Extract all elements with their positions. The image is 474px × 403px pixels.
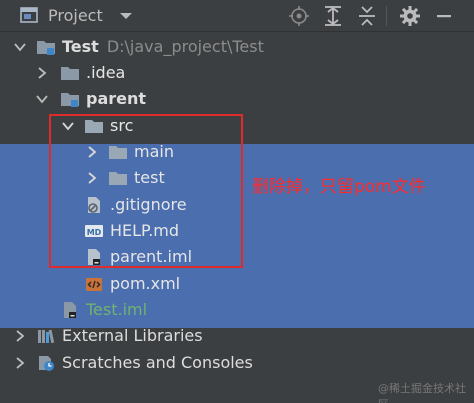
scratches-name: Scratches and Consoles [62, 353, 253, 372]
watermark: @稀土掘金技术社区 [378, 382, 466, 403]
tree-node-parent[interactable]: parent [0, 86, 474, 112]
toolbar-separator [386, 6, 387, 26]
module-folder-icon [37, 41, 55, 55]
tree-node-scratches[interactable]: Scratches and Consoles [0, 350, 474, 376]
project-view-title[interactable]: Project [48, 6, 103, 25]
chevron-right-icon[interactable] [14, 357, 26, 369]
locate-target-icon[interactable] [287, 4, 311, 28]
tree-node-idea[interactable]: .idea [0, 60, 474, 86]
chevron-right-icon[interactable] [36, 67, 48, 79]
tree-node-root[interactable]: Test D:\java_project\Test [0, 34, 474, 60]
project-tree: Test D:\java_project\Test .idea parent sr… [0, 32, 474, 403]
settings-gear-icon[interactable] [398, 4, 422, 28]
tree-node-external-libraries[interactable]: External Libraries [0, 323, 474, 349]
dropdown-caret-icon[interactable] [119, 11, 133, 21]
collapse-all-icon[interactable] [355, 4, 379, 28]
annotation-text: 删除掉，只留pom文件 [252, 177, 426, 197]
test-iml-name: Test.iml [86, 300, 148, 319]
maven-pom-icon [86, 278, 102, 291]
chevron-down-icon[interactable] [14, 41, 26, 53]
project-window-icon[interactable] [20, 7, 38, 23]
project-toolbar: Project [0, 0, 474, 32]
parent-name: parent [86, 89, 147, 108]
idea-name: .idea [86, 63, 126, 82]
tree-node-test-iml[interactable]: Test.iml [0, 297, 474, 323]
expand-all-icon[interactable] [321, 4, 345, 28]
external-libraries-name: External Libraries [62, 326, 203, 345]
scratches-clock-icon [39, 356, 54, 371]
hide-minus-icon[interactable] [432, 4, 456, 28]
chevron-down-icon[interactable] [36, 93, 48, 105]
annotation-red-box [49, 114, 243, 268]
root-name: Test [62, 37, 99, 56]
library-books-icon [38, 329, 55, 344]
folder-icon [61, 67, 79, 80]
root-path: D:\java_project\Test [106, 37, 264, 56]
tree-node-pom[interactable]: pom.xml [0, 271, 474, 297]
iml-file-icon [64, 302, 76, 318]
module-folder-icon [61, 93, 79, 107]
chevron-right-icon[interactable] [14, 330, 26, 342]
pom-name: pom.xml [110, 274, 181, 293]
